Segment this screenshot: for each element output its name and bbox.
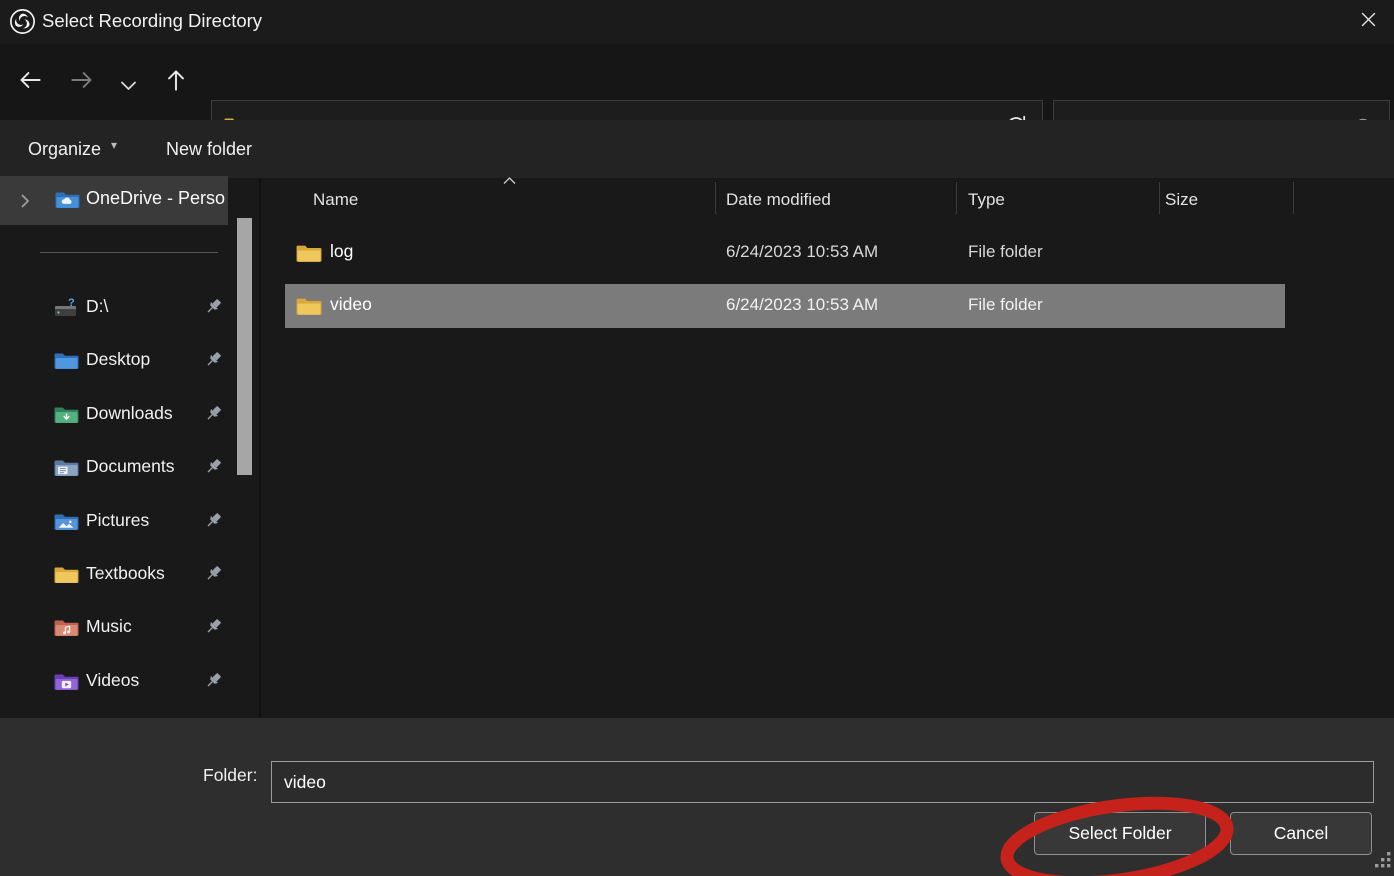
pictures-folder-icon xyxy=(54,511,79,536)
close-icon xyxy=(1360,11,1377,33)
sidebar-item-pictures[interactable]: Pictures xyxy=(0,500,236,544)
forward-button[interactable] xyxy=(64,64,100,100)
column-separator xyxy=(1293,182,1294,214)
close-button[interactable] xyxy=(1348,4,1388,40)
forward-arrow-icon xyxy=(67,65,97,100)
column-header-date-modified[interactable]: Date modified xyxy=(715,178,967,222)
pin-icon xyxy=(204,511,223,535)
folder-icon xyxy=(296,242,322,268)
organize-button[interactable]: Organize ▾ xyxy=(28,120,117,178)
folder-icon xyxy=(296,295,322,321)
content-area: OneDrive - Perso ? D:\ xyxy=(0,178,1394,718)
folder-name-label: Folder: xyxy=(203,765,257,786)
column-separator xyxy=(715,182,716,214)
music-folder-icon xyxy=(54,617,79,642)
blue-folder-icon xyxy=(54,350,79,375)
column-header-size[interactable]: Size xyxy=(1159,178,1299,222)
cancel-button[interactable]: Cancel xyxy=(1230,812,1372,855)
column-header-type[interactable]: Type xyxy=(956,178,1171,222)
onedrive-folder-icon xyxy=(55,189,80,214)
file-row-log[interactable]: log 6/24/2023 10:53 AM File folder xyxy=(285,231,1285,275)
select-recording-directory-dialog: Select Recording Directory xyxy=(0,0,1394,876)
navigation-bar: › Desktop › Multimodal › xyxy=(0,44,1394,120)
sidebar-item-documents[interactable]: Documents xyxy=(0,446,236,490)
sidebar-scrollbar-thumb[interactable] xyxy=(237,218,252,475)
yellow-folder-icon xyxy=(54,564,79,589)
sidebar-item-label: Videos xyxy=(86,670,139,691)
recent-locations-button[interactable] xyxy=(110,70,146,106)
titlebar: Select Recording Directory xyxy=(0,0,1394,44)
sidebar-item-label: Documents xyxy=(86,456,175,477)
sidebar-divider xyxy=(40,252,218,253)
pin-icon xyxy=(204,350,223,374)
sidebar-item-textbooks[interactable]: Textbooks xyxy=(0,553,236,597)
sidebar-item-label: Desktop xyxy=(86,349,150,370)
back-arrow-icon xyxy=(15,65,45,100)
pin-icon xyxy=(204,457,223,481)
up-button[interactable] xyxy=(158,64,194,100)
sidebar-item-desktop[interactable]: Desktop xyxy=(0,339,236,383)
pin-icon xyxy=(204,404,223,428)
documents-folder-icon xyxy=(54,457,79,482)
expander-chevron-icon[interactable] xyxy=(20,193,30,214)
new-folder-button[interactable]: New folder xyxy=(166,120,252,178)
column-separator xyxy=(956,182,957,214)
organize-label: Organize xyxy=(28,139,101,160)
obs-logo-icon xyxy=(9,8,36,35)
sidebar-item-label: Music xyxy=(86,616,132,637)
footer-panel: Folder: Select Folder Cancel xyxy=(0,718,1394,876)
resize-grip[interactable] xyxy=(1375,852,1392,874)
sidebar-item-onedrive[interactable]: OneDrive - Perso xyxy=(0,176,228,225)
pin-icon xyxy=(204,564,223,588)
pin-icon xyxy=(204,671,223,695)
sidebar-item-downloads[interactable]: Downloads xyxy=(0,393,236,437)
up-arrow-icon xyxy=(161,65,191,100)
command-toolbar: Organize ▾ New folder ▾ ? xyxy=(0,120,1394,178)
pane-divider xyxy=(259,178,261,718)
chevron-down-icon xyxy=(120,79,137,97)
sidebar-item-videos[interactable]: Videos xyxy=(0,660,236,704)
new-folder-label: New folder xyxy=(166,139,252,160)
sidebar-item-label: Downloads xyxy=(86,403,173,424)
sidebar-item-label: Pictures xyxy=(86,510,149,531)
drive-icon: ? xyxy=(54,297,80,324)
videos-folder-icon xyxy=(54,671,79,696)
dialog-title: Select Recording Directory xyxy=(42,10,262,32)
caret-down-icon: ▾ xyxy=(111,138,117,152)
column-separator xyxy=(1159,182,1160,214)
sidebar-item-label: Textbooks xyxy=(86,563,165,584)
column-header-name[interactable]: Name xyxy=(283,178,745,222)
downloads-folder-icon xyxy=(54,404,79,429)
select-folder-button[interactable]: Select Folder xyxy=(1034,812,1206,855)
pin-icon xyxy=(204,617,223,641)
sidebar-item-label: OneDrive - Perso xyxy=(86,188,226,209)
folder-name-input[interactable] xyxy=(271,761,1374,803)
back-button[interactable] xyxy=(12,64,48,100)
sidebar-item-music[interactable]: Music xyxy=(0,606,236,650)
pin-icon xyxy=(204,297,223,321)
sidebar-item-label: D:\ xyxy=(86,296,108,317)
sidebar-item-d-drive[interactable]: ? D:\ xyxy=(0,286,236,330)
file-row-video[interactable]: video 6/24/2023 10:53 AM File folder xyxy=(285,284,1285,328)
